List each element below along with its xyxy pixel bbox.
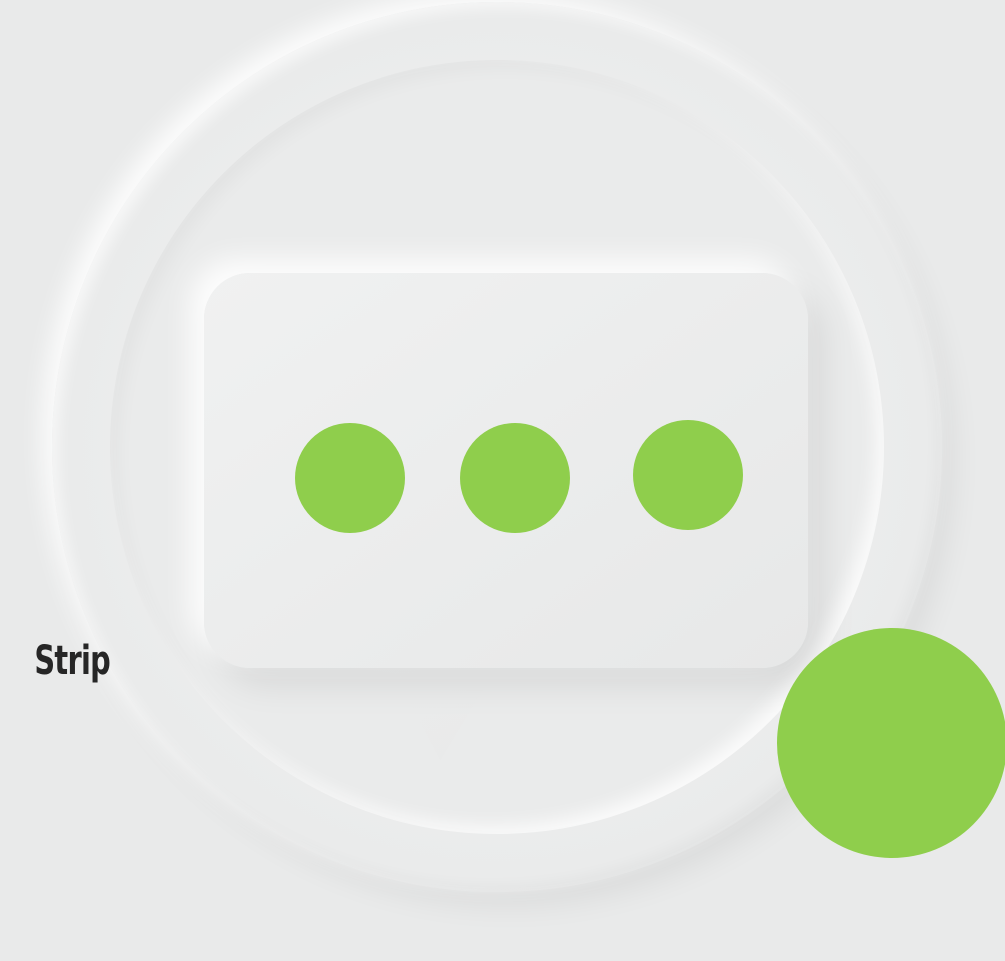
green-accent-circle xyxy=(777,628,1005,858)
typing-dot-icon-2 xyxy=(460,423,570,533)
strip-label: Strip xyxy=(34,638,110,684)
typing-dot-icon-1 xyxy=(295,423,405,533)
slide-canvas: { "slide": { "label_text": "Strip", "bac… xyxy=(0,0,1005,961)
typing-dot-icon-3 xyxy=(633,420,743,530)
